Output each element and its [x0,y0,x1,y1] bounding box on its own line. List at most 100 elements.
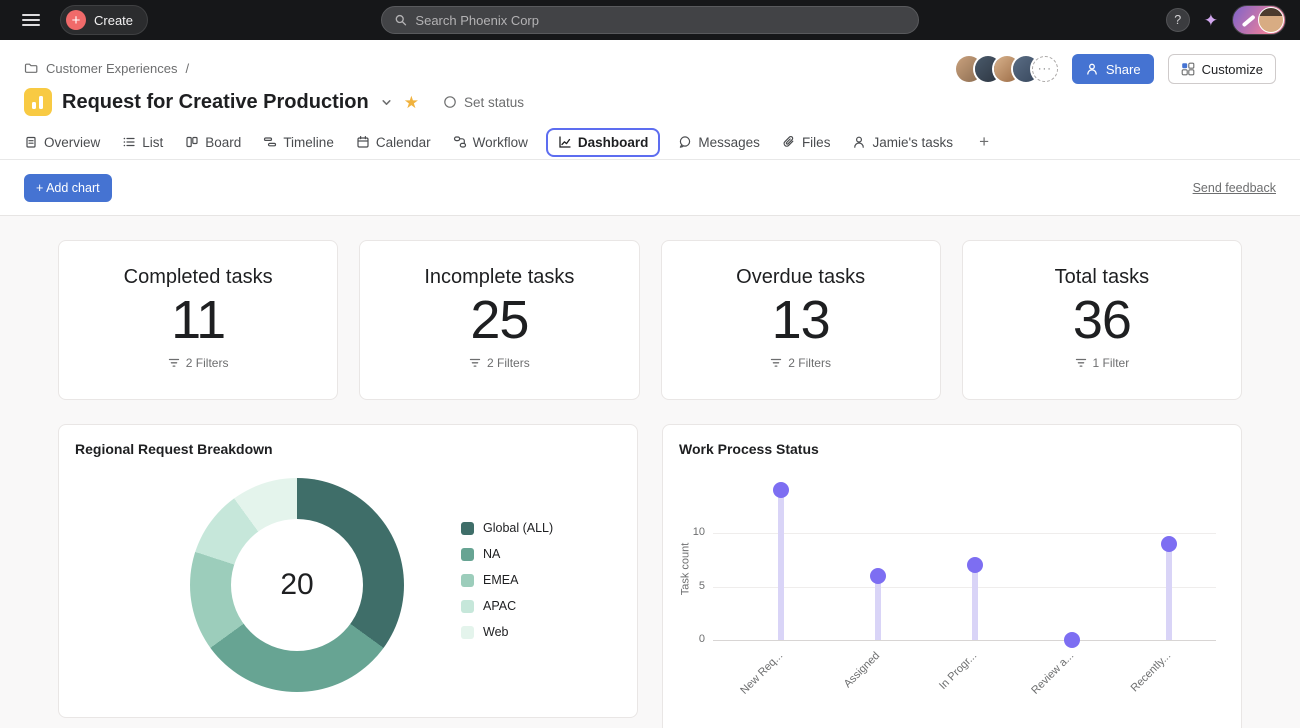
add-tab-button[interactable]: + [975,132,993,152]
avatar-overflow-button[interactable]: ··· [1032,56,1058,82]
stat-card-title: Completed tasks [59,266,337,289]
tab-dashboard[interactable]: Dashboard [546,128,661,157]
stat-card-value: 11 [59,291,337,349]
legend-label: Global (ALL) [483,521,553,535]
chart-card-regional-breakdown: Regional Request Breakdown 20 Global (AL… [58,424,638,718]
lollipop-stem [778,490,784,640]
y-tick-label: 5 [685,580,705,592]
favorite-star-icon[interactable]: ★ [404,94,419,111]
legend-item[interactable]: Web [461,625,553,639]
user-avatar[interactable] [1232,5,1286,35]
tab-label: Jamie's tasks [872,135,953,150]
breadcrumb-separator: / [186,61,190,76]
x-axis-label: Assigned [796,650,882,728]
legend-label: APAC [483,599,516,613]
stat-card-value: 13 [662,291,940,349]
y-tick-label: 0 [685,633,705,645]
page-title: Request for Creative Production [62,91,369,114]
tab-board[interactable]: Board [185,135,241,150]
tab-calendar[interactable]: Calendar [356,135,431,150]
gridline [713,533,1216,534]
filters-label: 2 Filters [788,356,831,370]
breadcrumb-link[interactable]: Customer Experiences [46,61,178,76]
stat-card-filters[interactable]: 1 Filter [1075,356,1130,370]
tab-timeline[interactable]: Timeline [263,135,334,150]
lollipop-dot[interactable] [967,557,983,573]
filter-icon [770,357,782,369]
customize-button-label: Customize [1202,62,1263,77]
dashboard-icon [558,135,572,149]
gridline [713,587,1216,588]
x-axis-label: Review a... [990,650,1076,728]
donut-chart[interactable]: 20 [190,478,404,692]
legend-item[interactable]: APAC [461,599,553,613]
send-feedback-link[interactable]: Send feedback [1193,181,1276,195]
project-icon [24,88,52,116]
paperclip-icon [782,135,796,149]
stat-card-filters[interactable]: 2 Filters [168,356,229,370]
dashboard-content: Completed tasks 11 2 Filters Incomplete … [0,216,1300,728]
tab-label: Board [205,135,241,150]
legend-swatch [461,626,474,639]
lollipop-dot[interactable] [773,482,789,498]
legend-swatch [461,600,474,613]
set-status-label: Set status [464,95,524,110]
legend-item[interactable]: NA [461,547,553,561]
x-axis-label: Recently... [1087,650,1173,728]
filters-label: 1 Filter [1093,356,1130,370]
set-status-button[interactable]: Set status [443,95,524,110]
stat-card-filters[interactable]: 2 Filters [770,356,831,370]
title-row: Request for Creative Production ★ Set st… [24,84,1276,120]
share-button[interactable]: Share [1072,54,1154,84]
tab-jamies-tasks[interactable]: Jamie's tasks [852,135,953,150]
workflow-icon [453,135,467,149]
filter-icon [168,357,180,369]
tab-label: Calendar [376,135,431,150]
hamburger-menu-button[interactable] [18,7,44,33]
tab-list[interactable]: List [122,135,163,150]
tab-overview[interactable]: Overview [24,135,100,150]
tab-messages[interactable]: Messages [678,135,760,150]
legend-swatch [461,522,474,535]
tab-workflow[interactable]: Workflow [453,135,528,150]
status-circle-icon [443,95,457,109]
legend-item[interactable]: EMEA [461,573,553,587]
search-bar[interactable] [381,6,919,34]
search-input[interactable] [415,13,906,28]
person-icon [852,135,866,149]
tab-label: List [142,135,163,150]
lollipop-plot: 0510New Req...AssignedIn Progr...Review … [713,425,1216,640]
member-avatars: ··· [954,56,1058,82]
stat-card-filters[interactable]: 2 Filters [469,356,530,370]
stat-card-value: 36 [963,291,1241,349]
lollipop-dot[interactable] [1064,632,1080,648]
tab-label: Overview [44,135,100,150]
lollipop-dot[interactable] [1161,536,1177,552]
avatar [1258,7,1284,33]
chart-title: Regional Request Breakdown [75,441,273,457]
folder-icon [24,61,38,75]
create-button[interactable]: + Create [60,5,148,35]
x-axis-line [713,640,1216,641]
tab-files[interactable]: Files [782,135,831,150]
lollipop-stem [1166,544,1172,640]
lollipop-dot[interactable] [870,568,886,584]
help-button[interactable]: ? [1166,8,1190,32]
rocket-icon [1242,15,1256,27]
add-chart-button[interactable]: + Add chart [24,174,112,202]
lollipop-stem [875,576,881,640]
filter-icon [1075,357,1087,369]
y-tick-label: 10 [685,526,705,538]
legend-item[interactable]: Global (ALL) [461,521,553,535]
create-button-label: Create [94,13,133,28]
legend-swatch [461,548,474,561]
board-icon [185,135,199,149]
stats-row: Completed tasks 11 2 Filters Incomplete … [58,240,1242,400]
ai-sparkle-icon[interactable]: ✦ [1204,12,1218,29]
stat-card-overdue: Overdue tasks 13 2 Filters [661,240,941,400]
filter-icon [469,357,481,369]
dashboard-toolbar: + Add chart Send feedback [0,160,1300,216]
customize-button[interactable]: Customize [1168,54,1276,84]
project-menu-button[interactable] [379,95,394,110]
donut-legend: Global (ALL) NA EMEA APAC Web [461,521,553,651]
